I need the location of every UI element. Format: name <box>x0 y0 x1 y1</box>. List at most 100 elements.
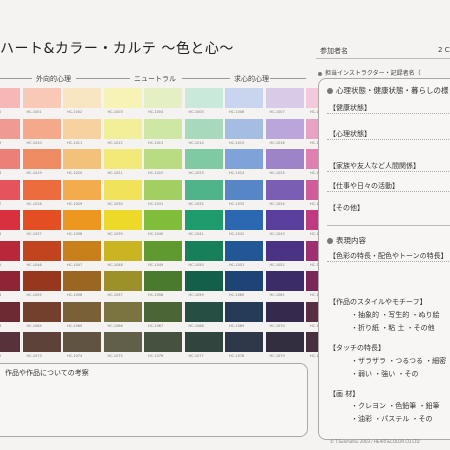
material-options-2: ・油彩 ・パステル ・その <box>351 415 433 423</box>
touch-options-1: ・ザラザラ ・つるつる ・細密 <box>351 357 447 365</box>
color-swatch <box>265 179 304 200</box>
color-code: HC-1070 <box>269 323 285 328</box>
color-swatch <box>265 271 304 291</box>
color-code: HC-1058 <box>148 293 164 297</box>
color-swatch <box>265 118 304 139</box>
color-code: HC-1072 <box>0 354 1 358</box>
color-code: HC-1015 <box>229 140 245 145</box>
color-swatch <box>63 118 101 139</box>
color-code: HC-1023 <box>188 171 204 175</box>
group-line <box>182 78 230 79</box>
color-code: HC-1041 <box>188 232 204 236</box>
color-code: HC-1056 <box>67 293 83 297</box>
color-code: HC-1014 <box>188 140 204 145</box>
color-code: HC-1039 <box>107 232 123 236</box>
color-code: HC-1031 <box>148 201 164 206</box>
color-swatch <box>22 118 61 139</box>
group-label-outward: 外向的心理 <box>36 75 71 83</box>
color-code: HC-1033 <box>229 201 245 206</box>
color-code: HC-1073 <box>26 354 42 358</box>
color-code: HC-1042 <box>229 232 245 236</box>
color-swatch <box>144 271 182 291</box>
field-rule <box>327 139 450 140</box>
bullet-icon <box>318 71 322 76</box>
color-swatch <box>225 301 263 322</box>
color-code: HC-1066 <box>107 323 123 328</box>
instructor-label: 担当インストラクター・記録者名（ <box>318 68 421 77</box>
color-swatch <box>144 332 182 352</box>
color-swatch <box>63 240 101 261</box>
color-code: HC-1029 <box>67 201 83 206</box>
section-expression-title: 表現内容 <box>327 235 366 246</box>
color-swatch <box>103 118 142 139</box>
field-other: 【その他】 <box>329 204 364 212</box>
section-psych-health-title: 心理状態・健康状態・暮らしの様 <box>327 85 449 96</box>
group-line <box>0 78 32 79</box>
color-swatch <box>184 179 223 200</box>
color-code: HC-1003 <box>107 110 123 114</box>
color-code: HC-1021 <box>107 171 123 175</box>
color-code: HC-1047 <box>67 262 83 267</box>
color-swatch <box>103 301 142 322</box>
color-swatch <box>225 240 263 261</box>
field-work: 【仕事や日々の活動】 <box>329 182 399 190</box>
participant-label: 参加者名 <box>320 47 348 55</box>
color-swatch <box>265 332 304 352</box>
participant-value: 2 C <box>438 46 450 54</box>
color-code: HC-1034 <box>269 201 285 206</box>
color-code: HC-1045 <box>0 263 1 267</box>
color-code: HC-1061 <box>269 293 285 297</box>
color-swatch <box>22 332 61 352</box>
palette-group-labels: 外向的心理 ニュートラル 求心的心理 <box>0 74 310 84</box>
color-swatch <box>103 271 142 291</box>
color-code: HC-1076 <box>148 354 164 358</box>
color-swatch <box>22 149 61 169</box>
color-code: HC-1009 <box>0 141 1 145</box>
color-swatch <box>184 301 223 322</box>
color-code: HC-1069 <box>229 323 245 328</box>
color-code: HC-1005 <box>188 110 204 114</box>
header-divider <box>316 58 450 59</box>
field-material: 【画 材】 <box>329 390 360 398</box>
color-swatch <box>265 301 304 322</box>
color-code: HC-1059 <box>188 293 204 297</box>
color-swatch <box>225 332 263 352</box>
style-options-2: ・折り紙 ・粘 土 ・その他 <box>351 324 435 332</box>
color-swatch <box>184 149 223 169</box>
group-line <box>270 78 306 79</box>
color-code: HC-1037 <box>26 232 42 236</box>
section-psych-health-text: 心理状態・健康状態・暮らしの様 <box>336 86 449 95</box>
notes-label: 作品や作品についての考察 <box>5 369 89 377</box>
color-swatch <box>22 210 61 230</box>
color-code: HC-1022 <box>148 171 164 175</box>
color-code: HC-1016 <box>269 140 285 145</box>
color-code: HC-1025 <box>269 171 285 175</box>
color-swatch <box>265 88 304 108</box>
color-swatch <box>184 118 223 139</box>
page-title: ハート&カラー・カルテ 〜色と心〜 <box>0 41 234 57</box>
color-code: HC-1019 <box>26 171 42 175</box>
color-swatch <box>0 301 20 322</box>
color-code: HC-1052 <box>269 262 285 267</box>
color-code: HC-1078 <box>229 354 245 358</box>
color-swatch <box>144 240 182 261</box>
color-swatch <box>0 271 20 291</box>
field-style: 【作品のスタイルやモチーフ】 <box>329 298 427 306</box>
group-line <box>76 78 130 79</box>
color-swatch <box>144 179 182 200</box>
copyright-text: © T.Suematsu 2003 / HEART&COLOR.CO.LTD <box>330 439 420 444</box>
color-code: HC-1006 <box>229 110 245 114</box>
color-swatch <box>144 118 182 139</box>
field-relationships: 【家族や友人など人間関係】 <box>329 162 420 170</box>
color-swatch <box>144 301 182 322</box>
color-swatch <box>0 179 20 200</box>
color-swatch <box>144 149 182 169</box>
color-code: HC-1012 <box>107 140 123 145</box>
color-swatch <box>103 332 142 352</box>
color-code: HC-1010 <box>26 140 42 145</box>
color-swatch <box>184 332 223 352</box>
color-code: HC-1064 <box>26 323 42 328</box>
color-code: HC-1046 <box>26 262 42 267</box>
color-swatch <box>103 210 142 230</box>
color-swatch <box>22 179 61 200</box>
